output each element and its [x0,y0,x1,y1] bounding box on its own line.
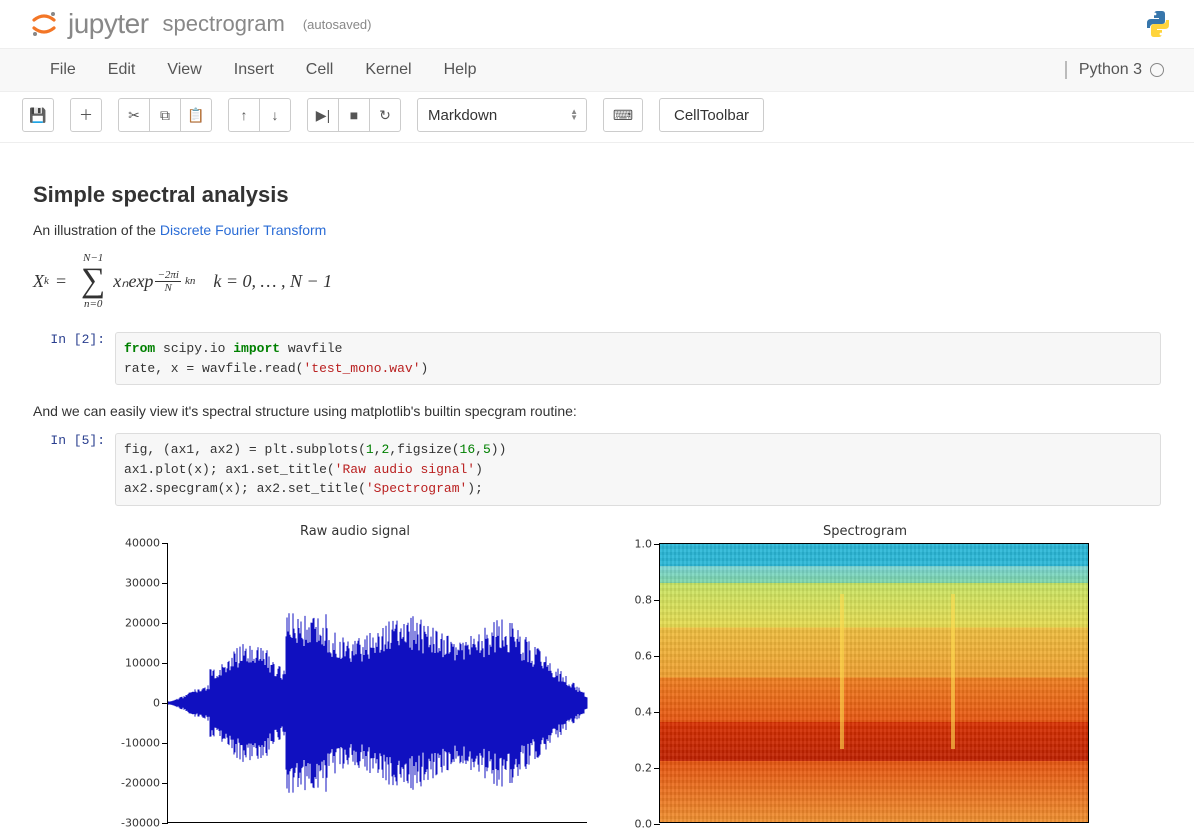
cell-type-select[interactable]: Markdown ▲▼ [417,98,587,132]
run-button[interactable]: ▶| [307,98,339,132]
save-icon: 💾 [29,107,46,124]
ytick-label: 20000 [125,616,160,629]
cut-button[interactable]: ✂ [118,98,150,132]
input-prompt: In [2]: [33,332,115,385]
kernel-indicator: Python 3 [1065,61,1164,79]
kernel-name: Python 3 [1079,61,1142,79]
step-forward-icon: ▶| [316,107,330,124]
copy-icon: ⧉ [160,107,170,124]
ytick-label: 0.6 [635,649,653,662]
command-palette-button[interactable]: ⌨ [603,98,643,132]
menu-insert[interactable]: Insert [218,55,290,85]
waveform-chart: Raw audio signal -30000-20000-1000001000… [115,524,595,823]
dft-link[interactable]: Discrete Fourier Transform [160,222,326,238]
paste-button[interactable]: 📋 [180,98,212,132]
intro-prefix: An illustration of the [33,222,160,238]
refresh-icon: ↻ [379,107,391,124]
input-prompt: In [5]: [33,433,115,506]
ytick-label: 30000 [125,576,160,589]
jupyter-logo-icon [30,10,58,38]
spectrogram-image [660,544,1088,822]
scissors-icon: ✂ [128,107,140,124]
menu-view[interactable]: View [151,55,217,85]
ytick-label: -20000 [121,776,160,789]
save-button[interactable]: 💾 [22,98,54,132]
chart-title: Spectrogram [625,524,1105,539]
paste-icon: 📋 [187,107,204,124]
ytick-label: 0.2 [635,761,653,774]
jupyter-wordmark: jupyter [68,8,149,40]
autosave-status: (autosaved) [303,17,372,32]
restart-button[interactable]: ↻ [369,98,401,132]
stop-icon: ■ [350,107,358,123]
menubar: File Edit View Insert Cell Kernel Help P… [0,48,1194,92]
ytick-label: 40000 [125,536,160,549]
code-cell[interactable]: In [2]: from scipy.io import wavfile rat… [33,332,1161,385]
move-down-button[interactable]: ↓ [259,98,291,132]
sigma-icon: ∑ [81,264,105,298]
ytick-label: 0.8 [635,593,653,606]
keyboard-icon: ⌨ [613,107,633,124]
plus-icon: ＋ [79,105,93,125]
md-text-2: And we can easily view it's spectral str… [33,403,1161,419]
ytick-label: 0.0 [635,817,653,830]
menu-file[interactable]: File [34,55,92,85]
chevron-updown-icon: ▲▼ [570,109,578,121]
dft-formula: Xk = N−1 ∑ n=0 xₙexp −2πi N kn k = 0, … … [33,252,1161,310]
celltoolbar-label: CellToolbar [674,107,749,124]
add-cell-button[interactable]: ＋ [70,98,102,132]
menu-kernel[interactable]: Kernel [349,55,427,85]
page-title: Simple spectral analysis [33,182,1161,208]
intro-text: An illustration of the Discrete Fourier … [33,222,1161,238]
ytick-label: -30000 [121,816,160,829]
toolbar: 💾 ＋ ✂ ⧉ 📋 ↑ ↓ ▶| ■ ↻ Markdown ▲▼ ⌨ CellT… [0,92,1194,143]
notebook-name[interactable]: spectrogram [163,11,285,37]
python-logo-icon [1142,8,1174,40]
move-up-button[interactable]: ↑ [228,98,260,132]
stop-button[interactable]: ■ [338,98,370,132]
ytick-label: 10000 [125,656,160,669]
ytick-label: -10000 [121,736,160,749]
copy-button[interactable]: ⧉ [149,98,181,132]
notebook-container: Simple spectral analysis An illustration… [0,143,1194,832]
menu-help[interactable]: Help [428,55,493,85]
cell-type-value: Markdown [428,107,497,124]
cell-output: Raw audio signal -30000-20000-1000001000… [33,524,1161,823]
ytick-label: 1.0 [635,537,653,550]
menu-edit[interactable]: Edit [92,55,152,85]
code-cell[interactable]: In [5]: fig, (ax1, ax2) = plt.subplots(1… [33,433,1161,506]
chart-title: Raw audio signal [115,524,595,539]
spectrogram-chart: Spectrogram 0.00.20.40.60.81.0 [625,524,1105,823]
code-input[interactable]: from scipy.io import wavfile rate, x = w… [115,332,1161,385]
ytick-label: 0 [153,696,160,709]
kernel-idle-icon [1150,63,1164,77]
ytick-label: 0.4 [635,705,653,718]
code-input[interactable]: fig, (ax1, ax2) = plt.subplots(1,2,figsi… [115,433,1161,506]
arrow-down-icon: ↓ [272,107,279,123]
arrow-up-icon: ↑ [241,107,248,123]
menu-cell[interactable]: Cell [290,55,350,85]
notebook-header: jupyter spectrogram (autosaved) [0,0,1194,48]
celltoolbar-button[interactable]: CellToolbar [659,98,764,132]
